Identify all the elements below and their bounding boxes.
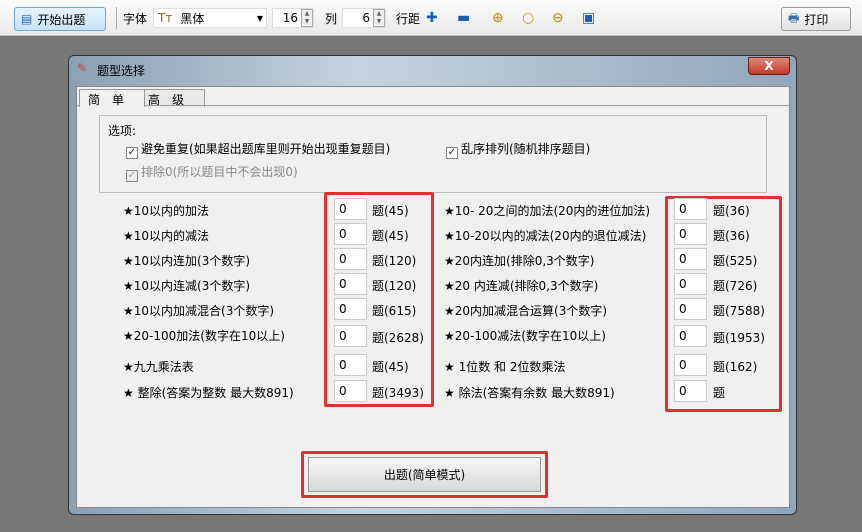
line-spacing-label: 行距 (396, 12, 421, 26)
start-button[interactable]: ▤ 开始出题 (14, 7, 106, 31)
question-type-label: ★20-100加法(数字在10以上) (123, 329, 285, 343)
question-count-input[interactable]: 0 (334, 248, 367, 270)
cols-value: 6 (362, 11, 370, 25)
printer-icon: 🖶 (788, 10, 800, 25)
tab-simple[interactable]: 简单 (79, 89, 146, 107)
print-label: 打印 (804, 12, 829, 27)
generate-label: 出题(简单模式) (383, 468, 466, 482)
question-count-input[interactable]: 0 (674, 380, 707, 402)
document-icon: ▤ (21, 12, 33, 26)
close-button[interactable]: X (748, 57, 790, 75)
font-label: 字体 (123, 12, 148, 26)
question-count-input[interactable]: 0 (674, 198, 707, 220)
generate-highlight: 出题(简单模式) (301, 451, 548, 498)
available-count: 题(525) (713, 254, 758, 268)
question-type-label: ★10以内连加(3个数字) (123, 254, 251, 268)
question-type-dialog: ✎ 题型选择 X 简单 高级 选项: ✓ 避免重复(如果超出题库里则开始出现重复题… (68, 55, 797, 515)
exclude-zero-checkbox[interactable]: ✓ 排除0(所以题目中不会出现0) (126, 163, 298, 182)
question-type-label: ★10以内连减(3个数字) (123, 279, 251, 293)
zoom-in-icon[interactable]: ⊕ (492, 10, 504, 26)
question-count-input[interactable]: 0 (674, 248, 707, 270)
font-select[interactable]: Tт 黑体 ▼ (153, 8, 267, 28)
available-count: 题(1953) (713, 331, 765, 345)
question-count-input[interactable]: 0 (674, 223, 707, 245)
zoom-out-icon[interactable]: ⊖ (552, 10, 564, 26)
question-type-label: ★20内连加(排除0,3个数字) (444, 254, 595, 268)
divider (116, 7, 117, 29)
available-count: 题(2628) (372, 331, 424, 345)
dialog-title: 题型选择 (97, 64, 146, 78)
question-type-label: ★ 1位数 和 2位数乘法 (444, 360, 566, 374)
question-count-input[interactable]: 0 (334, 298, 367, 320)
question-count-input[interactable]: 0 (674, 354, 707, 376)
question-type-label: ★ 整除(答案为整数 最大数891) (123, 386, 294, 400)
question-type-label: ★10以内加减混合(3个数字) (123, 304, 275, 318)
font-size-stepper[interactable]: 16 ▲ ▼ (272, 8, 314, 28)
available-count: 题(36) (713, 204, 750, 218)
checkbox-checked-icon: ✓ (446, 147, 458, 159)
question-type-label: ★20 内连减(排除0,3个数字) (444, 279, 599, 293)
available-count: 题(45) (372, 229, 409, 243)
question-type-label: ★10以内的加法 (123, 204, 210, 218)
minus-icon[interactable]: ▬ (457, 10, 470, 26)
question-count-input[interactable]: 0 (674, 325, 707, 347)
toolbar: ▤ 开始出题 字体 Tт 黑体 ▼ 16 ▲ ▼ 列 6 ▲ ▼ 行距 ✚ ▬ ⊕ ○ ⊖ ▣… (0, 0, 862, 36)
available-count: 题(45) (372, 360, 409, 374)
available-count: 题(120) (372, 279, 417, 293)
question-count-input[interactable]: 0 (334, 273, 367, 295)
print-button[interactable]: 🖶 打印 (781, 7, 851, 31)
question-type-label: ★10以内的减法 (123, 229, 210, 243)
checkbox-checked-icon: ✓ (126, 170, 138, 182)
plus-icon[interactable]: ✚ (426, 10, 438, 26)
chevron-down-icon: ▼ (256, 13, 263, 23)
question-count-input[interactable]: 0 (674, 298, 707, 320)
available-count: 题(615) (372, 304, 417, 318)
font-icon: Tт (158, 11, 173, 25)
font-size-value: 16 (282, 11, 298, 25)
available-count: 题(162) (713, 360, 758, 374)
options-label: 选项: (108, 124, 137, 138)
available-count: 题 (713, 386, 726, 400)
shuffle-label: 乱序排列(随机排序题目) (461, 142, 591, 156)
save-icon[interactable]: ▣ (582, 10, 595, 26)
shuffle-checkbox[interactable]: ✓ 乱序排列(随机排序题目) (446, 140, 590, 159)
question-count-input[interactable]: 0 (334, 325, 367, 347)
available-count: 题(7588) (713, 304, 765, 318)
checkbox-checked-icon: ✓ (126, 147, 138, 159)
no-repeat-checkbox[interactable]: ✓ 避免重复(如果超出题库里则开始出现重复题目) (126, 140, 390, 159)
spin-icon[interactable]: ▲ ▼ (373, 9, 385, 27)
question-type-label: ★10-20以内的减法(20内的退位减法) (444, 229, 647, 243)
question-type-label: ★20-100减法(数字在10以上) (444, 329, 606, 343)
tab-content: 选项: ✓ 避免重复(如果超出题库里则开始出现重复题目) ✓ 乱序排列(随机排序题目… (77, 105, 789, 507)
available-count: 题(36) (713, 229, 750, 243)
question-type-label: ★九九乘法表 (123, 360, 194, 374)
available-count: 题(45) (372, 204, 409, 218)
question-count-input[interactable]: 0 (674, 273, 707, 295)
start-label: 开始出题 (37, 12, 86, 27)
available-count: 题(3493) (372, 386, 424, 400)
question-type-label: ★10- 20之间的加法(20内的进位加法) (444, 204, 651, 218)
question-count-input[interactable]: 0 (334, 354, 367, 376)
no-repeat-label: 避免重复(如果超出题库里则开始出现重复题目) (141, 142, 391, 156)
question-count-input[interactable]: 0 (334, 223, 367, 245)
available-count: 题(120) (372, 254, 417, 268)
question-type-label: ★20内加减混合运算(3个数字) (444, 304, 608, 318)
font-value: 黑体 (180, 11, 205, 26)
exclude-zero-label: 排除0(所以题目中不会出现0) (141, 165, 298, 179)
question-type-label: ★ 除法(答案有余数 最大数891) (444, 386, 615, 400)
available-count: 题(726) (713, 279, 758, 293)
app-icon: ✎ (77, 61, 88, 75)
options-group: 选项: ✓ 避免重复(如果超出题库里则开始出现重复题目) ✓ 乱序排列(随机排序题目… (99, 115, 767, 193)
cols-label: 列 (325, 12, 338, 26)
dialog-body: 简单 高级 选项: ✓ 避免重复(如果超出题库里则开始出现重复题目) ✓ 乱序排列(… (76, 86, 790, 508)
generate-button[interactable]: 出题(简单模式) (308, 457, 541, 492)
spin-icon[interactable]: ▲ ▼ (301, 9, 313, 27)
zoom-icon[interactable]: ○ (522, 10, 534, 26)
question-count-input[interactable]: 0 (334, 198, 367, 220)
question-count-input[interactable]: 0 (334, 380, 367, 402)
cols-stepper[interactable]: 6 ▲ ▼ (342, 8, 386, 28)
